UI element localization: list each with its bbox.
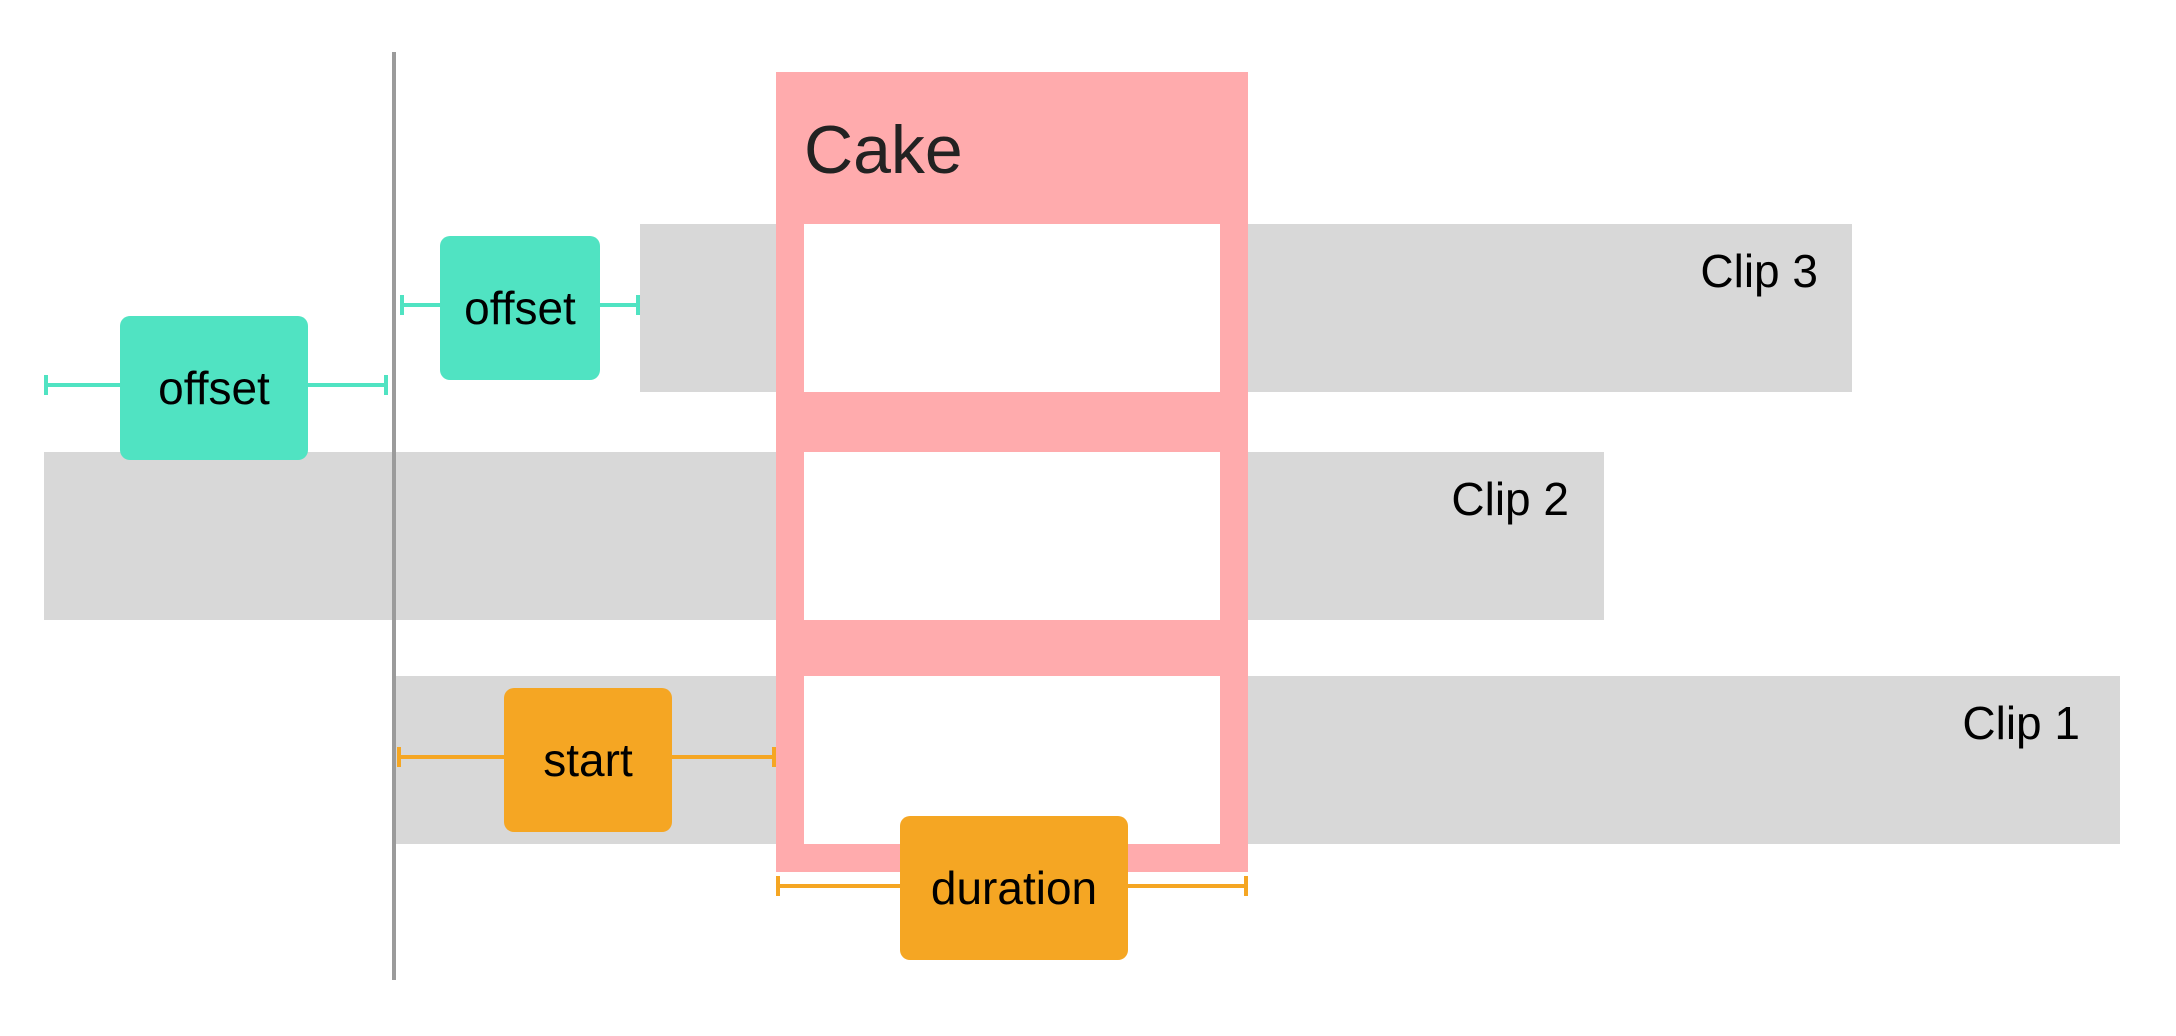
offset-3-tick-start (400, 295, 404, 315)
cake-slot-clip-3 (804, 224, 1220, 392)
offset-3-tag: offset (440, 236, 600, 380)
offset-2-tick-end (384, 375, 388, 395)
offset-2-tick-start (44, 375, 48, 395)
start-tag: start (504, 688, 672, 832)
duration-tick-begin (776, 876, 780, 896)
timeline-origin-line (392, 52, 396, 980)
offset-2-label: offset (158, 362, 270, 414)
start-label: start (543, 734, 633, 786)
duration-tick-end (1244, 876, 1248, 896)
start-tick-begin (397, 747, 401, 767)
cake-slot-clip-2 (804, 452, 1220, 620)
duration-tag: duration (900, 816, 1128, 960)
clip-2-label: Clip 2 (1451, 473, 1569, 525)
offset-2-tag: offset (120, 316, 308, 460)
duration-label: duration (930, 862, 1098, 914)
cake-composition[interactable]: Cake (776, 72, 1248, 872)
offset-3-label: offset (464, 282, 576, 334)
cake-title: Cake (804, 112, 963, 188)
clip-3-label: Clip 3 (1700, 245, 1818, 297)
offset-3-tick-end (636, 295, 640, 315)
start-tick-end (772, 747, 776, 767)
clip-1-label: Clip 1 (1962, 697, 2080, 749)
